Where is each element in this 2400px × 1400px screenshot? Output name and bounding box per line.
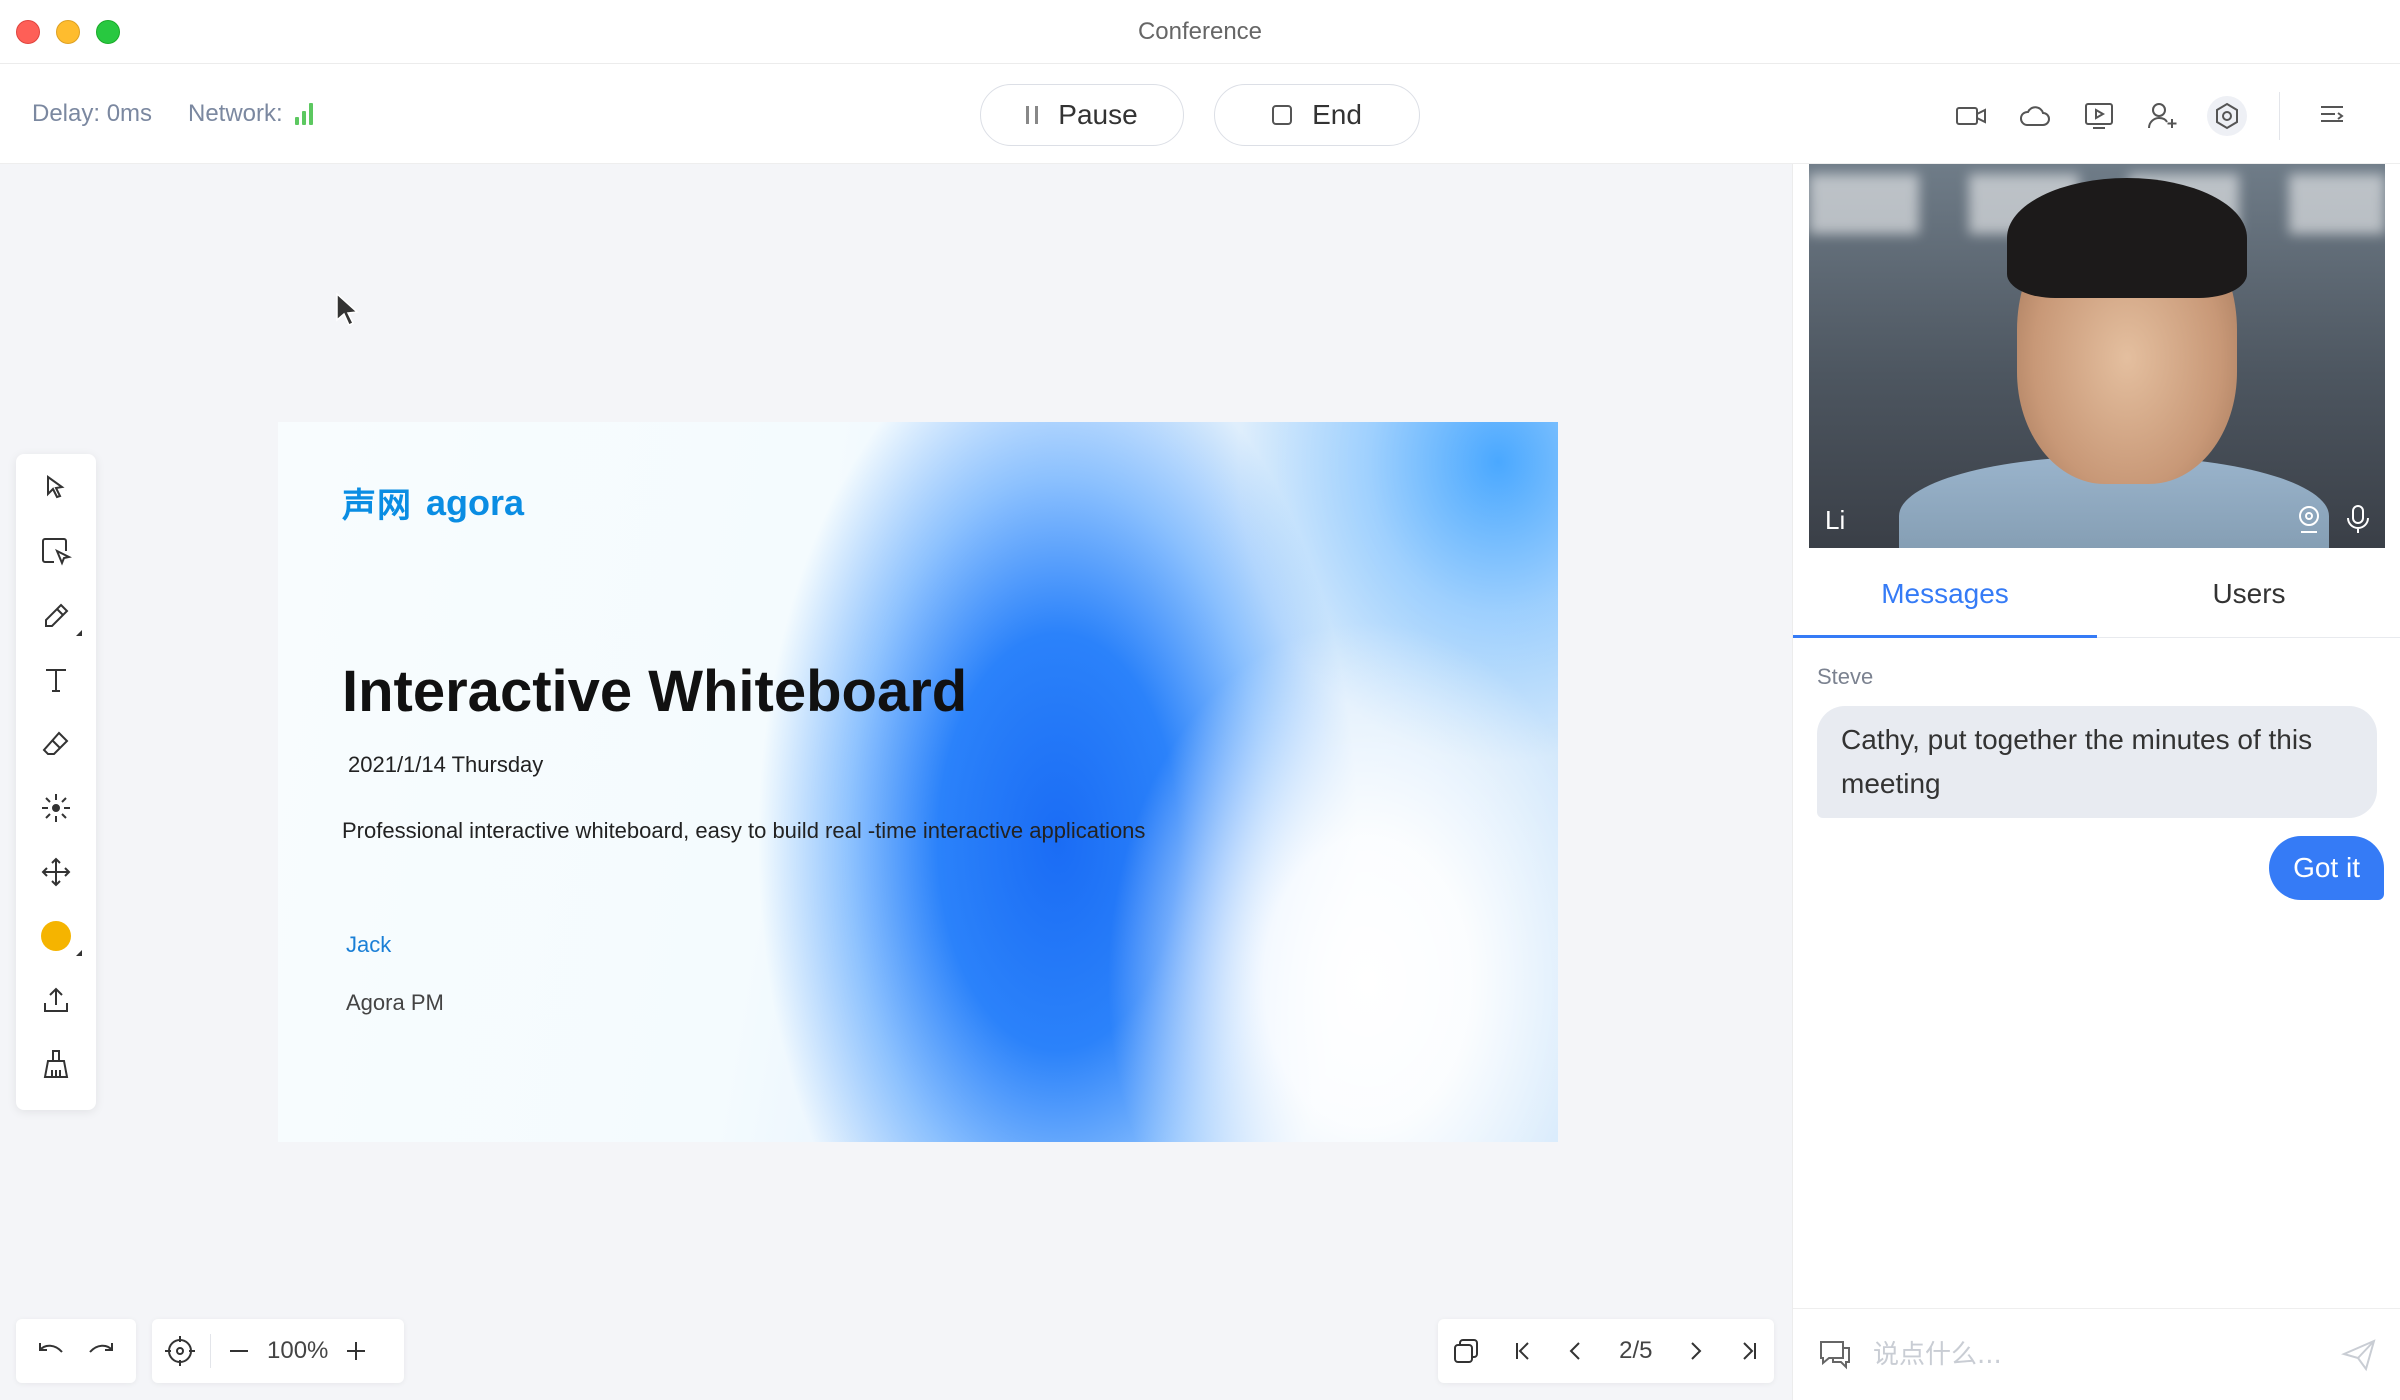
title-bar: Conference [0, 0, 2400, 64]
pause-button[interactable]: Pause [980, 84, 1184, 146]
settings-icon [2216, 102, 2238, 130]
panel-tabs: Messages Users [1793, 548, 2400, 638]
history-controls [16, 1319, 136, 1383]
settings-button[interactable] [2195, 94, 2259, 138]
last-page-icon[interactable] [1738, 1340, 1760, 1362]
presenter-role: Agora PM [346, 990, 444, 1015]
color-tool[interactable] [16, 904, 96, 968]
message-sender: Steve [1817, 664, 1874, 689]
divider [2279, 92, 2280, 140]
end-button[interactable]: End [1214, 84, 1420, 146]
chat-icon [1820, 1340, 1850, 1369]
zoom-controls: 100% [152, 1319, 404, 1383]
network-signal-icon [294, 103, 313, 125]
outgoing-message: Got it [2269, 836, 2384, 900]
pen-icon [45, 603, 69, 627]
zoom-out-icon[interactable] [227, 1339, 251, 1363]
color-swatch [41, 921, 71, 951]
add-user-button[interactable] [2131, 94, 2195, 138]
clear-tool[interactable] [16, 1032, 96, 1096]
cloud-icon [2020, 106, 2050, 126]
network-label: Network: [188, 100, 283, 127]
redo-icon[interactable] [86, 1340, 116, 1362]
screen-share-button[interactable] [2067, 94, 2131, 138]
camera-button[interactable] [1939, 94, 2003, 138]
pointer-icon [47, 475, 65, 499]
select-tool[interactable] [16, 456, 96, 520]
zoom-level: 100% [267, 1337, 329, 1364]
window-title: Conference [1137, 18, 1263, 45]
message-input[interactable] [1873, 1339, 2341, 1370]
stop-icon [1272, 105, 1293, 125]
whiteboard-canvas[interactable]: 声网 agora Interactive Whiteboard 2021/1/1… [0, 164, 1792, 1400]
logo-en-text: agora [426, 481, 525, 523]
tab-users[interactable]: Users [2097, 548, 2400, 637]
side-panel: Li Messages Users Steve Cathy, put toget… [1792, 164, 2400, 1400]
camera-icon [1956, 107, 1986, 125]
network-status: Network: [188, 100, 313, 128]
slide-description: Professional interactive whiteboard, eas… [342, 818, 1146, 843]
undo-icon[interactable] [36, 1340, 66, 1362]
laser-pointer-tool[interactable] [16, 776, 96, 840]
add-user-icon [2148, 103, 2177, 129]
move-tool[interactable] [16, 840, 96, 904]
broom-icon [43, 1050, 69, 1078]
pages-icon[interactable] [1452, 1337, 1480, 1365]
pause-icon [1026, 106, 1039, 124]
send-icon[interactable] [2341, 1338, 2377, 1372]
laser-icon [42, 794, 70, 822]
page-controls: 2/5 [1438, 1319, 1774, 1383]
sticky-select-tool[interactable] [16, 520, 96, 584]
incoming-message: Cathy, put together the minutes of this … [1817, 706, 2377, 818]
tab-messages[interactable]: Messages [1793, 548, 2097, 638]
pen-tool[interactable] [16, 584, 96, 648]
top-actions [1939, 92, 2364, 140]
first-page-icon[interactable] [1512, 1340, 1534, 1362]
top-bar: Delay: 0ms Network: Pause End [0, 64, 2400, 164]
tool-palette [16, 454, 96, 1110]
text-icon [46, 669, 66, 692]
pause-label: Pause [1058, 99, 1138, 130]
next-page-icon[interactable] [1684, 1340, 1706, 1362]
page-indicator: 2/5 [1619, 1337, 1653, 1364]
video-person-hair [2007, 178, 2247, 298]
menu-icon [2321, 106, 2344, 122]
prev-page-icon[interactable] [1565, 1340, 1587, 1362]
webcam-icon[interactable] [2295, 504, 2323, 534]
message-composer [1793, 1308, 2400, 1400]
eraser-icon [42, 731, 69, 755]
eraser-tool[interactable] [16, 712, 96, 776]
text-tool[interactable] [16, 648, 96, 712]
end-label: End [1312, 99, 1362, 130]
move-icon [41, 857, 71, 887]
divider [210, 1334, 211, 1368]
slide-title: Interactive Whiteboard [342, 659, 968, 724]
zoom-in-icon[interactable] [344, 1339, 368, 1363]
recenter-icon[interactable] [164, 1335, 196, 1367]
cloud-button[interactable] [2003, 94, 2067, 138]
select-box-icon [42, 538, 72, 566]
logo-cn-text: 声网 [342, 487, 412, 525]
upload-tool[interactable] [16, 968, 96, 1032]
presenter-name: Jack [346, 932, 392, 957]
upload-icon [44, 987, 68, 1012]
video-participant-name: Li [1825, 505, 1846, 535]
slide-date: 2021/1/14 Thursday [348, 752, 544, 777]
agora-logo: 声网 agora [342, 478, 524, 527]
menu-button[interactable] [2300, 94, 2364, 138]
mouse-cursor-icon [336, 292, 359, 327]
video-tile[interactable]: Li [1809, 164, 2385, 548]
screen-share-icon [2085, 103, 2113, 129]
microphone-icon[interactable] [2345, 504, 2371, 534]
delay-status: Delay: 0ms [32, 100, 153, 127]
presentation-slide: 声网 agora Interactive Whiteboard 2021/1/1… [278, 422, 1558, 1142]
